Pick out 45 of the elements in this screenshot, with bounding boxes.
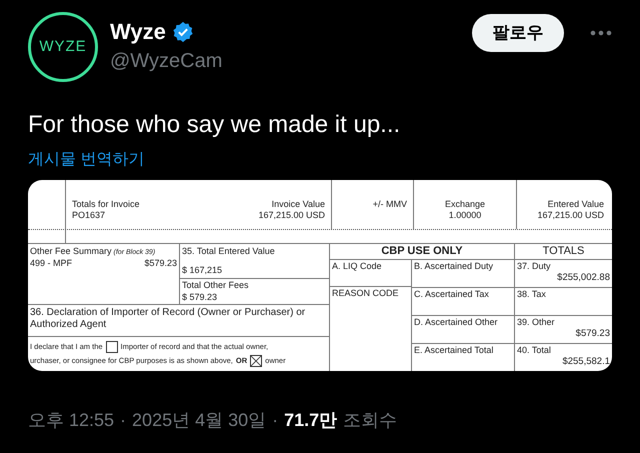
invoice-value-label: Invoice Value bbox=[272, 199, 325, 210]
follow-button[interactable]: 팔로우 bbox=[472, 14, 564, 52]
fee-amount: $579.23 bbox=[144, 258, 177, 269]
declaration-title: 36. Declaration of Importer of Record (Owner or Purchaser) or Authorized Agent bbox=[30, 307, 306, 331]
fee-summary-title: Other Fee Summary bbox=[30, 246, 112, 257]
total-entered-label: 35. Total Entered Value bbox=[182, 246, 276, 257]
total-label: 40. Total bbox=[517, 345, 552, 356]
invoice-value: 167,215.00 USD bbox=[258, 210, 325, 221]
ascertained-label: B. Ascertained Duty bbox=[414, 261, 494, 271]
fee-code: 499 - MPF bbox=[30, 258, 72, 269]
exchange-rate: 1.00000 bbox=[448, 210, 482, 221]
total-label: 38. Tax bbox=[517, 289, 547, 300]
total-other-fees-label: Total Other Fees bbox=[182, 280, 250, 291]
entered-value-label: Entered Value bbox=[548, 199, 604, 210]
total-amount: $579.23 bbox=[576, 328, 611, 339]
cbp-use-only-title: CBP USE ONLY bbox=[381, 246, 463, 257]
total-label: 37. Duty bbox=[517, 261, 552, 272]
author-name: Wyze bbox=[110, 18, 166, 46]
total-amount: $255,002.88 bbox=[557, 272, 611, 283]
cbp-code-label: A. LIQ Code bbox=[332, 261, 382, 271]
view-label: 조회수 bbox=[343, 409, 398, 431]
separator: · bbox=[120, 409, 126, 431]
total-amount: $255,582.1 bbox=[562, 356, 611, 367]
total-other-fees-value: $ 579.23 bbox=[182, 292, 218, 303]
cbp-code-label: REASON CODE bbox=[332, 288, 399, 298]
post-date: 2025년 4월 30일 bbox=[132, 409, 266, 431]
ascertained-label: D. Ascertained Other bbox=[414, 317, 498, 327]
total-label: 39. Other bbox=[517, 317, 556, 328]
author-handle: @WyzeCam bbox=[110, 49, 222, 74]
invoice-number: PO1637 bbox=[72, 210, 106, 221]
totals-title: TOTALS bbox=[542, 246, 584, 257]
entered-value: 167,215.00 USD bbox=[537, 210, 604, 221]
post-time: 오후 12:55 bbox=[28, 409, 114, 431]
mmv-label: +/- MMV bbox=[372, 199, 407, 211]
invoice-label: Totals for Invoice bbox=[72, 199, 140, 210]
ascertained-label: C. Ascertained Tax bbox=[414, 289, 489, 299]
avatar[interactable]: WYZE bbox=[28, 12, 98, 82]
exchange-label: Exchange bbox=[444, 199, 486, 210]
translate-link[interactable]: 게시물 번역하기 bbox=[28, 150, 144, 170]
separator: · bbox=[272, 409, 278, 431]
more-icon[interactable] bbox=[590, 30, 612, 36]
ascertained-label: E. Ascertained Total bbox=[414, 345, 494, 355]
total-entered-value: $ 167,215 bbox=[182, 265, 224, 276]
post-text: For those who say we made it up... bbox=[28, 110, 400, 140]
view-count: 71.7만 bbox=[284, 409, 338, 431]
